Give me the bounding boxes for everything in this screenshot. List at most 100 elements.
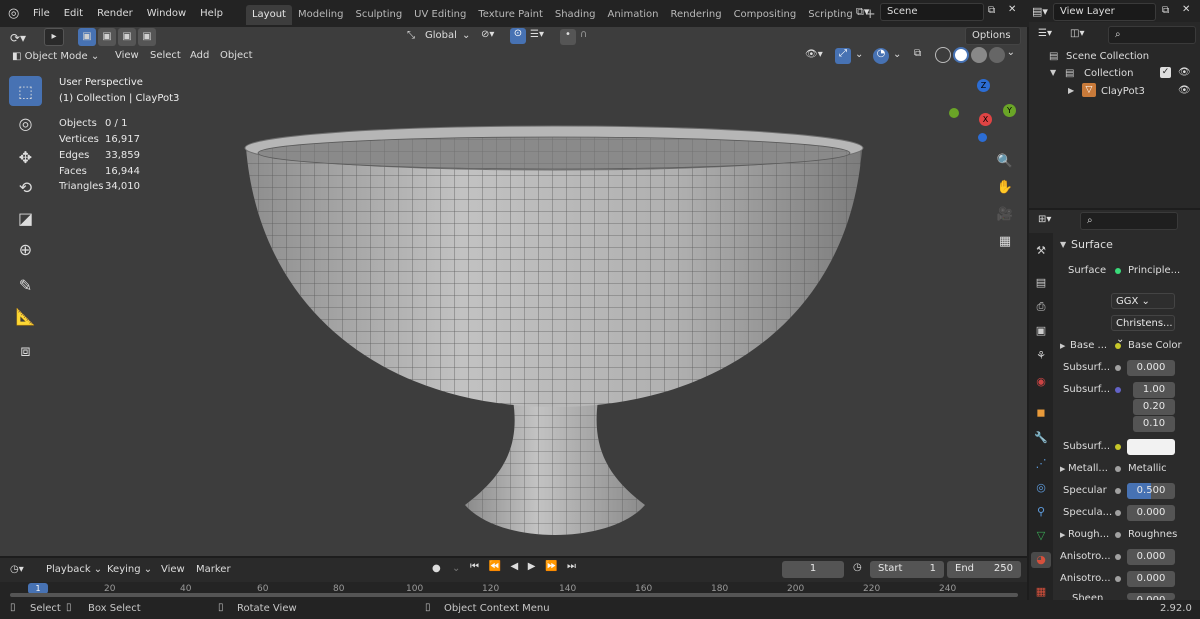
keying-menu[interactable]: Keying ⌄ — [107, 564, 152, 575]
solid-shading-icon[interactable] — [952, 47, 969, 63]
navigation-gizmo[interactable]: Z Y X — [945, 75, 1020, 145]
new-scene-icon[interactable]: ⧉ — [988, 5, 995, 16]
mode-dropdown[interactable]: ◧ Object Mode ⌄ — [8, 48, 106, 66]
tab-texture-paint[interactable]: Texture Paint — [472, 5, 549, 25]
delete-scene-icon[interactable]: ✕ — [1008, 4, 1016, 15]
tab-shading[interactable]: Shading — [549, 5, 602, 25]
tab-sculpting[interactable]: Sculpting — [349, 5, 408, 25]
distribution-dropdown[interactable]: GGX ⌄ — [1111, 293, 1175, 309]
world-tab-icon[interactable]: ◉ — [1033, 374, 1049, 390]
timeline-editor-icon[interactable]: ◷▾ — [10, 564, 24, 575]
orientation-icon[interactable]: ⤡ — [407, 30, 415, 41]
surface-expand-icon[interactable]: ▼ — [1060, 240, 1066, 249]
anisotropic-field[interactable]: 0.000 — [1127, 549, 1175, 565]
clock-icon[interactable]: ◷ — [853, 562, 862, 573]
start-frame-field[interactable]: Start 1 — [870, 561, 944, 578]
subsurface-method-dropdown[interactable]: Christens... ⌄ — [1111, 315, 1175, 345]
metallic-value[interactable]: Metallic — [1128, 463, 1167, 474]
render-tab-icon[interactable]: ▤ — [1033, 275, 1049, 291]
end-frame-field[interactable]: End 250 — [947, 561, 1021, 578]
constraints-tab-icon[interactable]: ⚲ — [1033, 504, 1049, 520]
play-reverse-icon[interactable]: ◀ — [511, 561, 519, 579]
checkbox-icon[interactable]: ✓ — [1160, 67, 1171, 78]
shading-mode-buttons[interactable]: ⌄ — [935, 47, 1015, 65]
editor-type-icon[interactable]: ⟳▾ — [10, 31, 26, 45]
proportional-edit-icon[interactable]: • — [560, 29, 576, 45]
select-extend-icon[interactable]: ▣ — [98, 28, 116, 46]
menu-render[interactable]: Render — [90, 0, 140, 27]
view-layer-icon[interactable]: ▤▾ — [1032, 5, 1048, 18]
record-icon[interactable]: ● — [432, 563, 441, 574]
delete-view-layer-icon[interactable]: ✕ — [1182, 4, 1190, 15]
subsurface-radius-z-field[interactable]: 0.10 — [1133, 416, 1175, 432]
select-invert-icon[interactable]: ▣ — [138, 28, 156, 46]
select-subtract-icon[interactable]: ▣ — [118, 28, 136, 46]
anisotropic-rotation-field[interactable]: 0.000 — [1127, 571, 1175, 587]
menu-file[interactable]: File — [26, 0, 57, 27]
tab-layout[interactable]: Layout — [245, 5, 292, 25]
object-tab-icon[interactable]: ◼ — [1033, 405, 1049, 421]
tab-scripting[interactable]: Scripting — [802, 5, 858, 25]
add-cube-tool[interactable]: ⧈ — [9, 336, 42, 366]
menu-object[interactable]: Object — [220, 50, 253, 61]
keyframe-type-icon[interactable]: ⌄ — [452, 563, 460, 574]
blender-logo-icon[interactable]: ◎ — [8, 6, 26, 21]
outliner-item-collection[interactable]: Collection — [1084, 68, 1133, 79]
surface-section-header[interactable]: Surface — [1071, 238, 1113, 251]
texture-tab-icon[interactable]: ▦ — [1033, 584, 1049, 600]
gizmo-neg-y[interactable] — [949, 108, 959, 118]
outliner-display-mode-icon[interactable]: ◫▾ — [1070, 28, 1084, 39]
visibility-icon[interactable]: 👁▾ — [805, 49, 823, 60]
expand-arrow-icon[interactable]: ▶ — [1060, 465, 1065, 473]
move-tool[interactable]: ✥ — [9, 142, 42, 172]
tab-modeling[interactable]: Modeling — [292, 5, 350, 25]
playback-controls[interactable]: ⏮ ⏪ ◀ ▶ ⏩ ⏭ — [470, 561, 576, 579]
gizmo-x-axis[interactable]: X — [979, 113, 992, 126]
options-dropdown[interactable]: Options ⌄ — [965, 27, 1021, 57]
rotate-tool[interactable]: ⟲ — [9, 172, 42, 202]
subsurface-radius-x-field[interactable]: 1.00 — [1133, 382, 1175, 398]
menu-help[interactable]: Help — [193, 0, 230, 27]
jump-end-icon[interactable]: ⏭ — [567, 561, 576, 579]
tab-compositing[interactable]: Compositing — [728, 5, 803, 25]
data-tab-icon[interactable]: ▽ — [1033, 528, 1049, 544]
next-keyframe-icon[interactable]: ⏩ — [545, 561, 557, 579]
scale-tool[interactable]: ◪ — [9, 203, 42, 233]
menu-window[interactable]: Window — [140, 0, 193, 27]
expand-arrow-icon[interactable]: ▶ — [1060, 531, 1065, 539]
transform-tool[interactable]: ⊕ — [9, 234, 42, 264]
gizmo-z-axis[interactable]: Z — [977, 79, 990, 92]
gizmo-neg-z[interactable] — [978, 133, 987, 142]
specular-tint-field[interactable]: 0.000 — [1127, 505, 1175, 521]
prev-keyframe-icon[interactable]: ⏪ — [489, 561, 501, 579]
expand-arrow-icon[interactable]: ▼ — [1050, 68, 1056, 77]
surface-shader-value[interactable]: Principle... — [1128, 265, 1180, 276]
sheen-field[interactable]: 0.000 — [1127, 593, 1175, 600]
modifier-tab-icon[interactable]: 🔧 — [1033, 430, 1049, 446]
timeline-scrollbar[interactable] — [10, 593, 1018, 597]
current-frame-field[interactable]: 1 — [782, 561, 844, 578]
outliner-search-input[interactable]: ⌕ — [1108, 26, 1196, 44]
subsurface-radius-y-field[interactable]: 0.20 — [1133, 399, 1175, 415]
eye-icon[interactable]: 👁 — [1178, 67, 1191, 78]
snap-icon[interactable]: ⊙ — [510, 28, 526, 44]
view-layer-selector[interactable]: View Layer — [1053, 3, 1156, 21]
zoom-icon[interactable]: 🔍 — [994, 150, 1016, 172]
scene-icon[interactable]: ⧉▾ — [856, 5, 869, 19]
timeline-view-menu[interactable]: View — [161, 564, 185, 575]
menu-add[interactable]: Add — [190, 50, 209, 61]
annotate-tool[interactable]: ✎ — [9, 270, 42, 300]
subsurface-color-swatch[interactable] — [1127, 439, 1175, 455]
cursor-tool[interactable]: ◎ — [9, 108, 42, 138]
expand-arrow-icon[interactable]: ▶ — [1068, 86, 1074, 95]
tab-rendering[interactable]: Rendering — [664, 5, 727, 25]
pivot-icon[interactable]: ⊘▾ — [481, 29, 494, 40]
roughness-value[interactable]: Roughnes — [1128, 529, 1177, 540]
properties-search-input[interactable]: ⌕ — [1080, 212, 1178, 230]
wireframe-shading-icon[interactable] — [935, 47, 951, 63]
snap-target-icon[interactable]: ☰▾ — [530, 29, 544, 40]
view-layer-tab-icon[interactable]: ▣ — [1033, 323, 1049, 339]
eye-icon[interactable]: 👁 — [1178, 85, 1191, 96]
rendered-shading-icon[interactable] — [988, 47, 1005, 63]
transform-orientation-dropdown[interactable]: Global — [425, 30, 457, 41]
